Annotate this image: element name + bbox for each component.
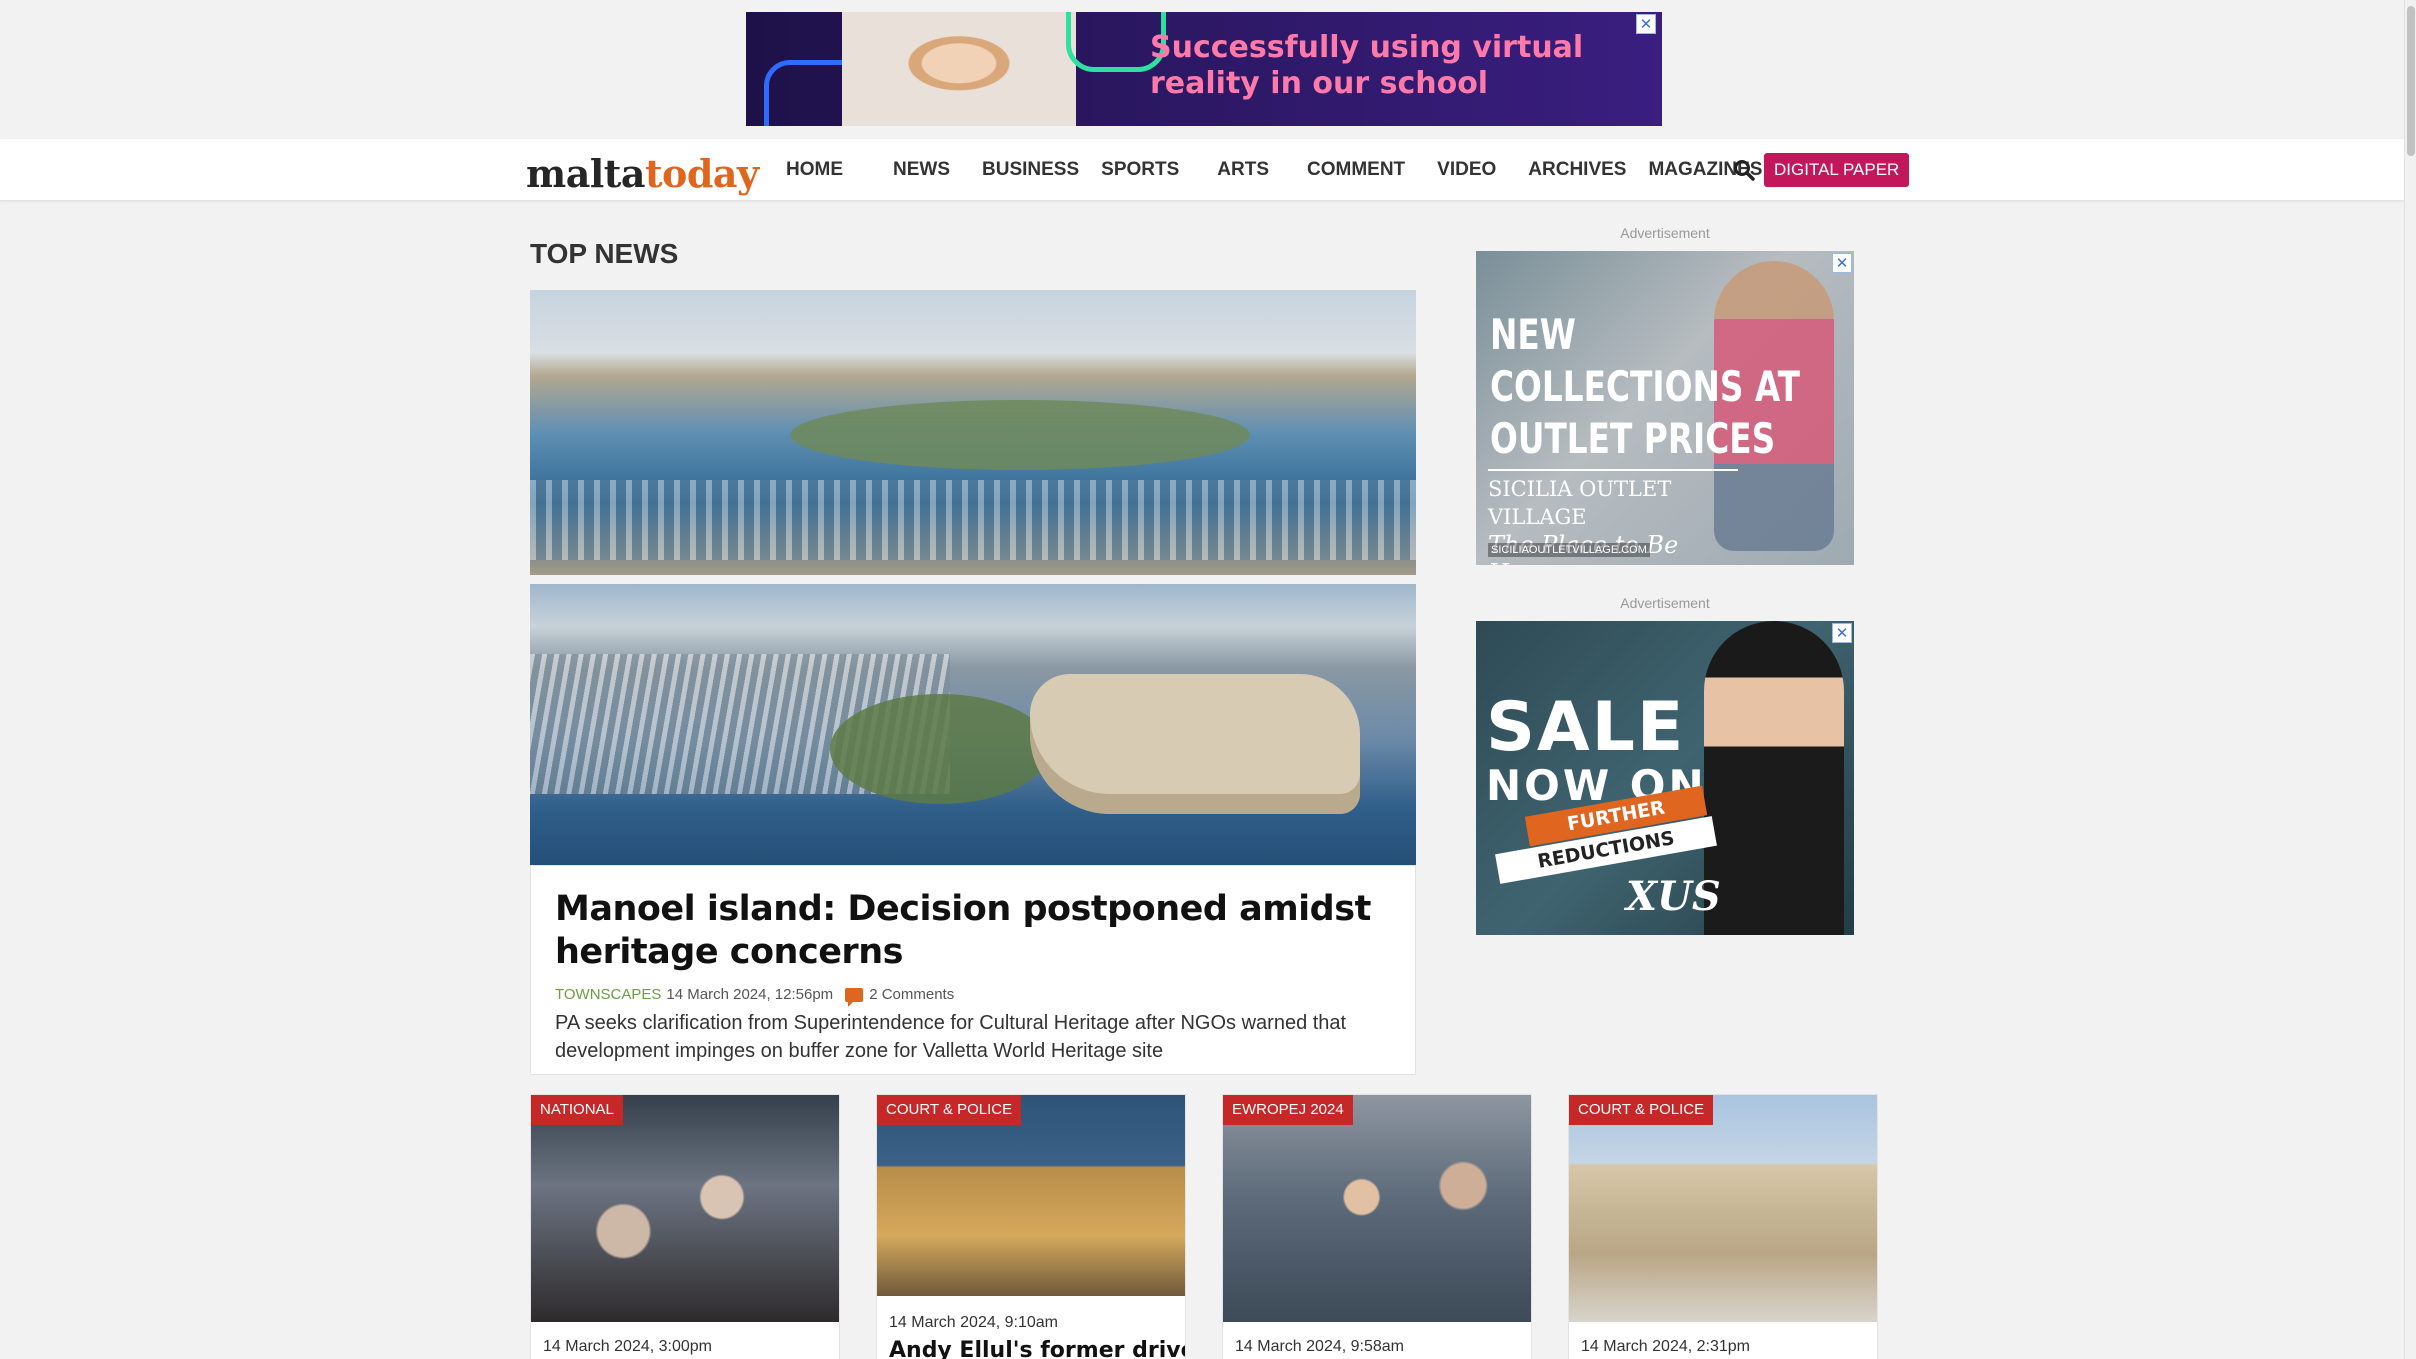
nav-menu: HOME NEWS BUSINESS SPORTS ARTS COMMENT V… [780,139,1788,201]
ad-label: Advertisement [1620,595,1710,611]
category-badge[interactable]: COURT & POLICE [877,1095,1022,1125]
image-detail [530,480,1416,560]
close-icon[interactable]: ✕ [1832,623,1852,643]
ad-brand: XUS [1626,873,1721,920]
category-badge[interactable]: EWROPEJ 2024 [1223,1095,1353,1125]
article-card-image[interactable]: COURT & POLICE [877,1095,1185,1296]
nav-item-video[interactable]: VIDEO [1431,159,1502,181]
article-card-date: 14 March 2024, 2:31pm [1581,1338,1750,1355]
nav-item-arts[interactable]: ARTS [1211,159,1275,181]
nav-item-home[interactable]: HOME [780,159,849,181]
article-card-date: 14 March 2024, 9:10am [889,1314,1058,1331]
digital-paper-button[interactable]: DIGITAL PAPER [1764,153,1910,187]
article-card[interactable]: COURT & POLICE 14 March 2024, 2:31pm [1568,1094,1878,1359]
sidebar-ad-outlet[interactable]: NEW COLLECTIONS AT OUTLET PRICES SICILIA… [1476,251,1854,565]
nav-item-sports[interactable]: SPORTS [1095,159,1185,181]
hero-image-bottom[interactable] [530,584,1416,865]
section-title: TOP NEWS [530,238,679,269]
sidebar-ad-sale[interactable]: SALE NOW ON FURTHER REDUCTIONS XUS ✕ [1476,621,1854,935]
hero-article: Manoel island: Decision postponed amidst… [530,865,1416,1075]
hero-article-meta: TOWNSCAPES 14 March 2024, 12:56pm 2 Comm… [555,986,1391,1007]
article-card[interactable]: COURT & POLICE 14 March 2024, 9:10am And… [876,1094,1186,1359]
article-comments-link[interactable]: 2 Comments [869,986,954,1003]
nav-item-news[interactable]: NEWS [887,159,956,181]
close-icon[interactable]: ✕ [1832,253,1852,273]
ad-portrait-image [842,12,1076,126]
article-card-image[interactable]: COURT & POLICE [1569,1095,1877,1322]
logo-text-malta: malta [526,151,645,196]
category-badge[interactable]: NATIONAL [531,1095,623,1125]
comment-icon [845,987,864,1007]
logo-text-today: today [644,151,759,196]
main-navbar: maltatoday HOME NEWS BUSINESS SPORTS ART… [0,139,2404,201]
hero-article-title[interactable]: Manoel island: Decision postponed amidst… [555,888,1391,974]
image-detail [790,400,1250,470]
ad-label: Advertisement [1620,225,1710,241]
article-card-title[interactable]: Andy Ellul's former driver [877,1332,1185,1359]
hero-image-top[interactable] [530,290,1416,575]
ad-headline: NEW COLLECTIONS AT OUTLET PRICES [1490,310,1801,463]
site-logo[interactable]: maltatoday [526,151,759,196]
ad-url: SICILIAOUTLETVILLAGE.COM [1488,543,1650,557]
ad-brand-name: SICILIA OUTLET VILLAGE [1488,477,1672,529]
image-detail [830,694,1050,804]
page-scrollbar[interactable] [2404,0,2416,1359]
ad-figure-image [1704,621,1844,935]
article-card[interactable]: EWROPEJ 2024 14 March 2024, 9:58am [1222,1094,1532,1359]
article-card-date: 14 March 2024, 9:58am [1235,1338,1404,1355]
nav-item-comment[interactable]: COMMENT [1301,159,1411,181]
article-card[interactable]: NATIONAL 14 March 2024, 3:00pm [530,1094,840,1359]
article-card-image[interactable]: EWROPEJ 2024 [1223,1095,1531,1322]
top-banner-ad[interactable]: Successfully using virtual reality in ou… [746,12,1662,126]
category-badge[interactable]: COURT & POLICE [1569,1095,1714,1125]
article-card-image[interactable]: NATIONAL [531,1095,839,1322]
ad-headline: Successfully using virtual reality in ou… [1150,30,1584,101]
scrollbar-thumb[interactable] [2407,6,2415,156]
ad-sale-text: SALE [1486,688,1686,767]
nav-item-archives[interactable]: ARCHIVES [1522,159,1632,181]
article-date: 14 March 2024, 12:56pm [666,986,834,1003]
close-icon[interactable]: ✕ [1636,14,1656,34]
search-icon[interactable] [1732,158,1756,182]
article-category[interactable]: TOWNSCAPES [555,986,661,1003]
nav-item-business[interactable]: BUSINESS [976,159,1085,181]
hero-article-summary: PA seeks clarification from Superintende… [555,1012,1347,1062]
image-detail [1030,674,1360,814]
article-card-date: 14 March 2024, 3:00pm [543,1338,712,1355]
